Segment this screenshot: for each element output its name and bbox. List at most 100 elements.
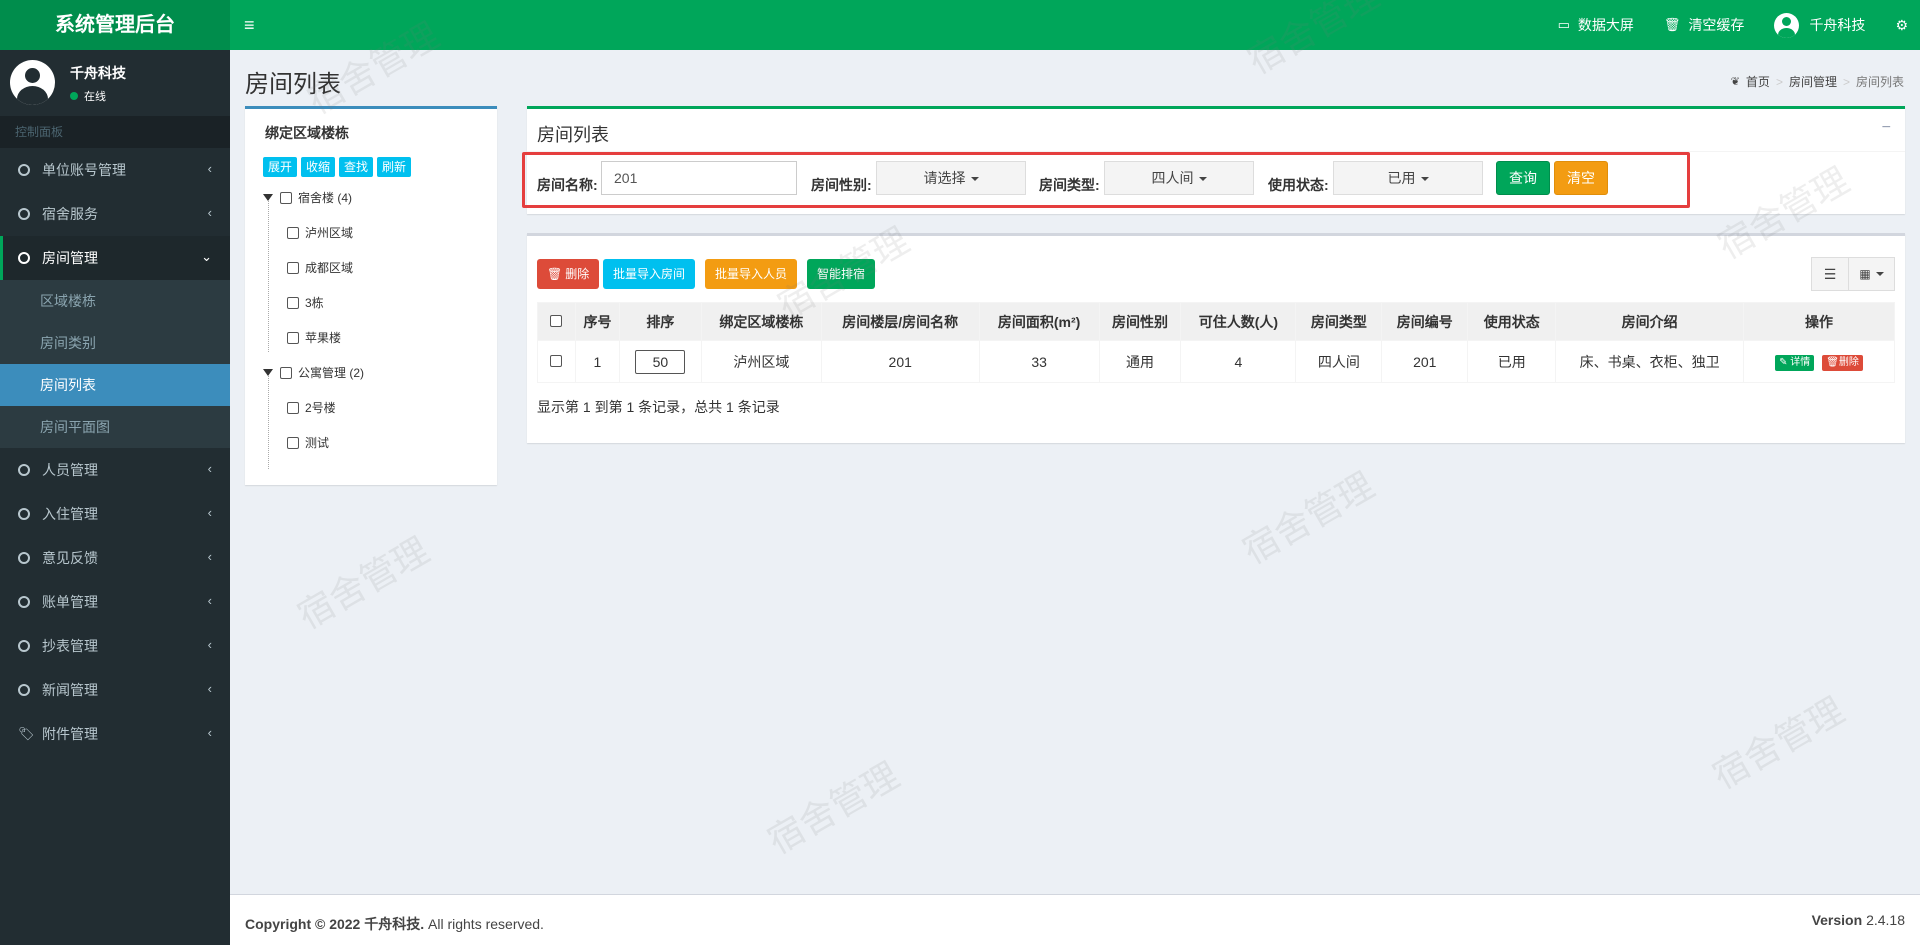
circle-icon — [18, 508, 30, 520]
clear-cache-link[interactable]: 🗑 清空缓存 — [1649, 0, 1760, 50]
import-rooms-button[interactable]: 批量导入房间 — [603, 259, 696, 289]
query-button[interactable]: 查询 — [1496, 161, 1550, 195]
expand-button[interactable]: 展开 — [263, 157, 298, 177]
sidebar-item-attachments[interactable]: 🏷 附件管理 ‹ — [0, 712, 230, 756]
data-screen-link[interactable]: ▭ 数据大屏 — [1543, 0, 1649, 50]
column-header[interactable]: 房间介绍 — [1555, 302, 1745, 341]
settings-button[interactable]: ⚙ — [1880, 0, 1920, 50]
breadcrumb-home[interactable]: 首页 — [1746, 73, 1770, 90]
caret-down-icon — [1875, 272, 1884, 276]
breadcrumb: ❦ 首页 > 房间管理 > 房间列表 — [1731, 73, 1904, 90]
sidebar-subitem-room-category[interactable]: 房间类别 — [0, 322, 230, 364]
tree-checkbox[interactable] — [280, 366, 292, 379]
chevron-left-icon: ‹ — [207, 593, 212, 608]
sidebar-item-dorm-service[interactable]: 宿舍服务 ‹ — [0, 192, 230, 236]
tree-panel-title: 绑定区域楼栋 — [265, 125, 349, 141]
sidebar-item-account[interactable]: 单位账号管理 ‹ — [0, 148, 230, 192]
import-people-button[interactable]: 批量导入人员 — [705, 259, 798, 289]
sidebar-item-personnel[interactable]: 人员管理 ‹ — [0, 448, 230, 492]
column-header[interactable]: 序号 — [574, 302, 620, 341]
version-info: Version 2.4.18 — [1812, 912, 1905, 928]
row-delete-label: 删除 — [1838, 357, 1859, 368]
column-header[interactable]: 可住人数(人) — [1180, 302, 1297, 341]
collapse-button[interactable]: 收缩 — [301, 157, 336, 177]
sidebar-subitem-room-list[interactable]: 房间列表 — [0, 364, 230, 406]
find-button[interactable]: 查找 — [339, 157, 374, 177]
sidebar-item-meter-reading[interactable]: 抄表管理 ‹ — [0, 624, 230, 668]
detail-button[interactable]: ✎ 详情 — [1775, 355, 1815, 371]
select-all-checkbox[interactable] — [550, 314, 563, 327]
copyright-rights: All rights reserved. — [428, 916, 544, 932]
smart-assign-button[interactable]: 智能排宿 — [807, 259, 876, 289]
tree-node[interactable]: 3栋 — [287, 294, 324, 311]
tree-checkbox[interactable] — [287, 296, 299, 309]
breadcrumb-current: 房间列表 — [1855, 75, 1904, 89]
list-view-button[interactable]: ☰ — [1811, 257, 1849, 291]
usage-status-select[interactable]: 已用 — [1333, 161, 1483, 195]
trash-icon: 🗑 — [1663, 17, 1681, 32]
circle-icon — [18, 684, 30, 696]
tree-node[interactable]: 公寓管理 (2) — [263, 364, 364, 381]
table-row[interactable]: 1 50 泸州区域 201 33 通用 4 四人间 201 已用 床、书桌、衣柜… — [537, 340, 1895, 383]
column-header[interactable]: 房间面积(m²) — [978, 302, 1100, 341]
column-header[interactable]: 绑定区域楼栋 — [700, 302, 822, 341]
column-header[interactable]: 房间楼层/房间名称 — [820, 302, 980, 341]
building-tree-panel: 绑定区域楼栋 展开 收缩 查找 刷新 宿舍楼 (4) 泸州区域 成都区域 3栋 … — [245, 106, 497, 485]
select-all-cell — [537, 302, 576, 341]
copyright-prefix: Copyright © 2022 — [245, 916, 361, 932]
delete-button[interactable]: 🗑 删除 — [537, 259, 600, 289]
bars-icon: ≡ — [244, 15, 255, 35]
cell-room-intro: 床、书桌、衣柜、独卫 — [1555, 340, 1745, 383]
tree-checkbox[interactable] — [287, 401, 299, 414]
clear-button[interactable]: 清空 — [1554, 161, 1608, 195]
pagination-info: 显示第 1 到第 1 条记录，总共 1 条记录 — [537, 399, 780, 415]
tree-checkbox[interactable] — [280, 191, 292, 204]
tree-node[interactable]: 成都区域 — [287, 259, 353, 276]
user-menu[interactable]: 千舟科技 — [1759, 0, 1880, 50]
sort-input[interactable]: 50 — [635, 349, 686, 374]
row-delete-button[interactable]: 🗑删除 — [1822, 355, 1863, 371]
caret-down-icon[interactable] — [263, 194, 273, 201]
trash-icon: 🗑 — [1826, 357, 1839, 368]
tree-checkbox[interactable] — [287, 436, 299, 449]
sidebar-item-news[interactable]: 新闻管理 ‹ — [0, 668, 230, 712]
copyright-company[interactable]: 千舟科技. — [364, 916, 424, 932]
sidebar-item-label: 单位账号管理 — [42, 162, 126, 178]
room-gender-select[interactable]: 请选择 — [876, 161, 1026, 195]
columns-dropdown-button[interactable]: ▦ — [1849, 257, 1895, 291]
sidebar-item-checkin[interactable]: 入住管理 ‹ — [0, 492, 230, 536]
caret-down-icon — [1420, 177, 1429, 182]
sidebar-item-room-management[interactable]: 房间管理 ⌄ — [0, 236, 230, 280]
tree-node[interactable]: 泸州区域 — [287, 224, 353, 241]
sidebar-user-name: 千舟科技 — [70, 65, 126, 81]
sidebar-subitem-area-buildings[interactable]: 区域楼栋 — [0, 280, 230, 322]
collapse-box-button[interactable]: − — [1882, 119, 1891, 137]
breadcrumb-room-management[interactable]: 房间管理 — [1789, 73, 1837, 90]
column-header[interactable]: 房间类型 — [1295, 302, 1383, 341]
tree-node[interactable]: 宿舍楼 (4) — [263, 189, 352, 206]
sidebar-item-bills[interactable]: 账单管理 ‹ — [0, 580, 230, 624]
cell-sort: 50 — [618, 340, 702, 383]
column-header[interactable]: 房间性别 — [1098, 302, 1182, 341]
sidebar-subitem-room-floorplan[interactable]: 房间平面图 — [0, 406, 230, 448]
circle-icon — [18, 164, 30, 176]
sidebar-item-feedback[interactable]: 意见反馈 ‹ — [0, 536, 230, 580]
app-logo[interactable]: 系统管理后台 — [0, 0, 230, 50]
column-header[interactable]: 排序 — [618, 302, 702, 341]
tree-checkbox[interactable] — [287, 226, 299, 239]
menu-toggle-button[interactable]: ≡ — [244, 13, 260, 37]
tree-checkbox[interactable] — [287, 261, 299, 274]
tree-node[interactable]: 测试 — [287, 434, 329, 451]
tree-checkbox[interactable] — [287, 331, 299, 344]
row-checkbox[interactable] — [550, 354, 563, 367]
room-name-input[interactable]: 201 — [601, 161, 797, 195]
column-header[interactable]: 使用状态 — [1467, 302, 1557, 341]
column-header[interactable]: 房间编号 — [1381, 302, 1469, 341]
room-type-select[interactable]: 四人间 — [1104, 161, 1254, 195]
chevron-left-icon: ‹ — [207, 161, 212, 176]
refresh-button[interactable]: 刷新 — [377, 157, 412, 177]
tree-node[interactable]: 苹果楼 — [287, 329, 341, 346]
cell-usage-status: 已用 — [1467, 340, 1557, 383]
tree-node[interactable]: 2号楼 — [287, 399, 336, 416]
caret-down-icon[interactable] — [263, 369, 273, 376]
